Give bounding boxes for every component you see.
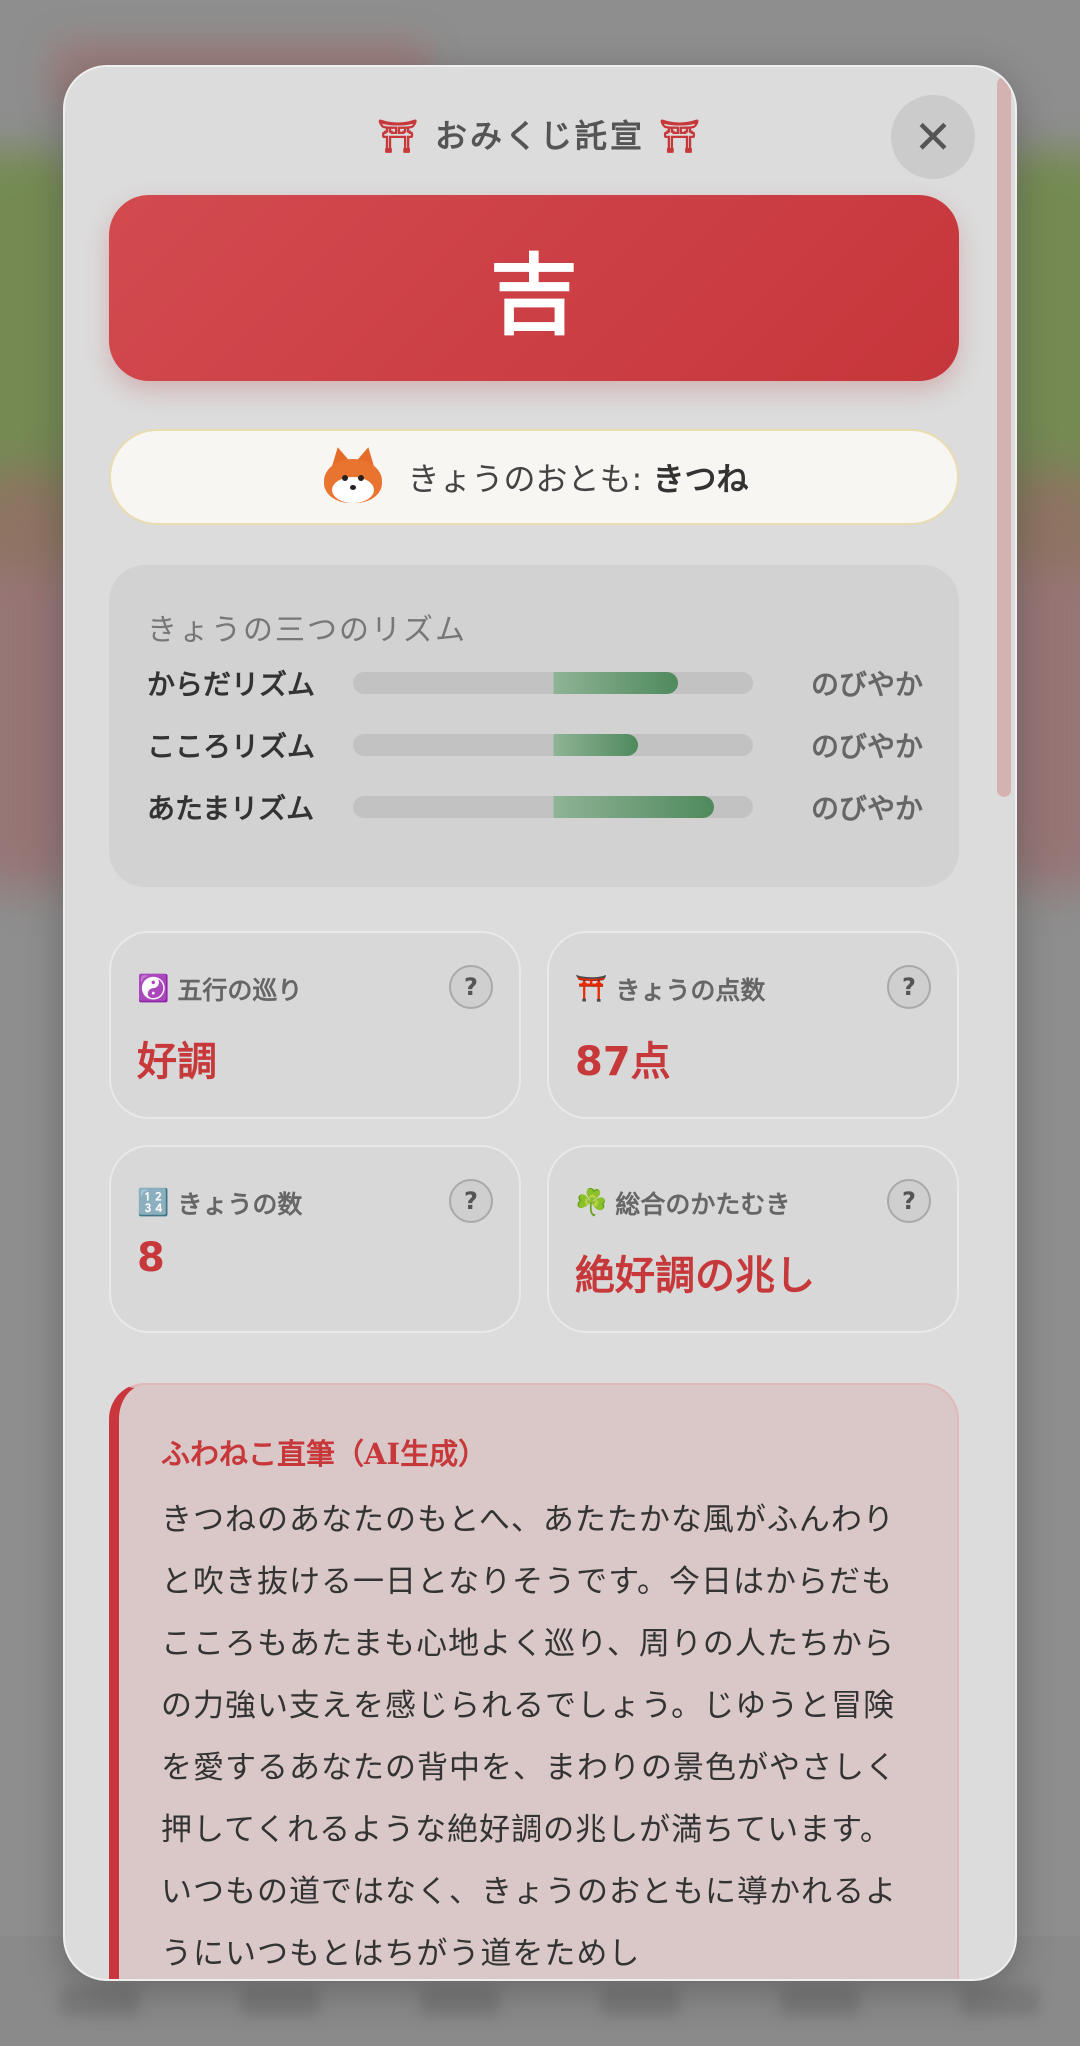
yin-yang-icon: ☯️ — [137, 974, 170, 1004]
rhythm-value: のびやか — [810, 792, 923, 825]
numbers-icon: 🔢 — [137, 1188, 170, 1218]
rhythm-bar — [353, 672, 753, 694]
rhythm-value: のびやか — [810, 730, 923, 763]
fortune-result: 吉 — [489, 242, 578, 347]
stat-label: きょうの数 — [177, 1190, 303, 1219]
rhythm-card: きょうの三つのリズム からだリズム のびやか こころリズム のびやか あたまリズ… — [109, 565, 959, 887]
modal-scrollbar[interactable] — [997, 77, 1011, 797]
ai-message-card: ふわねこ直筆（AI生成） きつねのあなたのもとへ、あたたかな風がふんわりと吹き抜… — [109, 1383, 959, 1979]
help-button[interactable]: ? — [887, 965, 931, 1009]
close-icon: ✕ — [913, 110, 953, 164]
fox-icon — [320, 444, 386, 507]
clover-icon: ☘️ — [575, 1188, 608, 1218]
help-button[interactable]: ? — [449, 965, 493, 1009]
stat-card-gogyo: ☯️ 五行の巡り ? 好調 — [109, 931, 521, 1119]
omikuji-modal: ⛩ おみくじ託宣 ⛩ ✕ 吉 きょうのおとも: きつね きょうの三つのリズム か… — [63, 65, 1017, 1981]
stat-value: 絶好調の兆し — [575, 1253, 815, 1299]
stat-card-number: 🔢 きょうの数 ? 8 — [109, 1145, 521, 1333]
rhythm-bar-fill — [554, 672, 678, 694]
close-button[interactable]: ✕ — [891, 95, 975, 179]
stat-value: 87点 — [575, 1039, 671, 1085]
modal-title: ⛩ おみくじ託宣 ⛩ — [65, 111, 1015, 157]
stat-label: きょうの点数 — [615, 976, 766, 1005]
stat-card-trend: ☘️ 総合のかたむき ? 絶好調の兆し — [547, 1145, 959, 1333]
torii-icon: ⛩ — [377, 117, 421, 155]
torii-icon: ⛩ — [659, 117, 703, 155]
companion-animal: きつね — [652, 460, 749, 498]
rhythm-label: あたまリズム — [147, 792, 315, 825]
stat-card-score: ⛩️ きょうの点数 ? 87点 — [547, 931, 959, 1119]
rhythm-row-head: あたまリズム のびやか — [147, 787, 923, 827]
help-button[interactable]: ? — [887, 1179, 931, 1223]
rhythm-bar — [353, 796, 753, 818]
rhythm-bar-fill — [554, 796, 714, 818]
fortune-result-banner: 吉 — [109, 195, 959, 381]
modal-title-text: おみくじ託宣 — [434, 117, 645, 155]
rhythm-title: きょうの三つのリズム — [147, 613, 467, 648]
rhythm-row-mind: こころリズム のびやか — [147, 725, 923, 765]
stat-label: 五行の巡り — [177, 976, 303, 1005]
stat-label: 総合のかたむき — [615, 1190, 791, 1219]
stat-value: 8 — [137, 1235, 165, 1281]
ai-message-title: ふわねこ直筆（AI生成） — [161, 1437, 488, 1471]
rhythm-label: こころリズム — [147, 730, 316, 763]
companion-pill: きょうのおとも: きつね — [109, 429, 959, 525]
rhythm-value: のびやか — [810, 668, 923, 701]
help-button[interactable]: ? — [449, 1179, 493, 1223]
companion-prefix: きょうのおとも: — [407, 460, 653, 498]
rhythm-bar — [353, 734, 753, 756]
ai-message-text: きつねのあなたのもとへ、あたたかな風がふんわりと吹き抜ける一日となりそうです。今… — [161, 1502, 897, 1972]
torii-icon: ⛩️ — [575, 974, 608, 1004]
rhythm-label: からだリズム — [147, 668, 316, 701]
rhythm-row-body: からだリズム のびやか — [147, 663, 923, 703]
rhythm-bar-fill — [554, 734, 638, 756]
stat-value: 好調 — [137, 1039, 217, 1085]
